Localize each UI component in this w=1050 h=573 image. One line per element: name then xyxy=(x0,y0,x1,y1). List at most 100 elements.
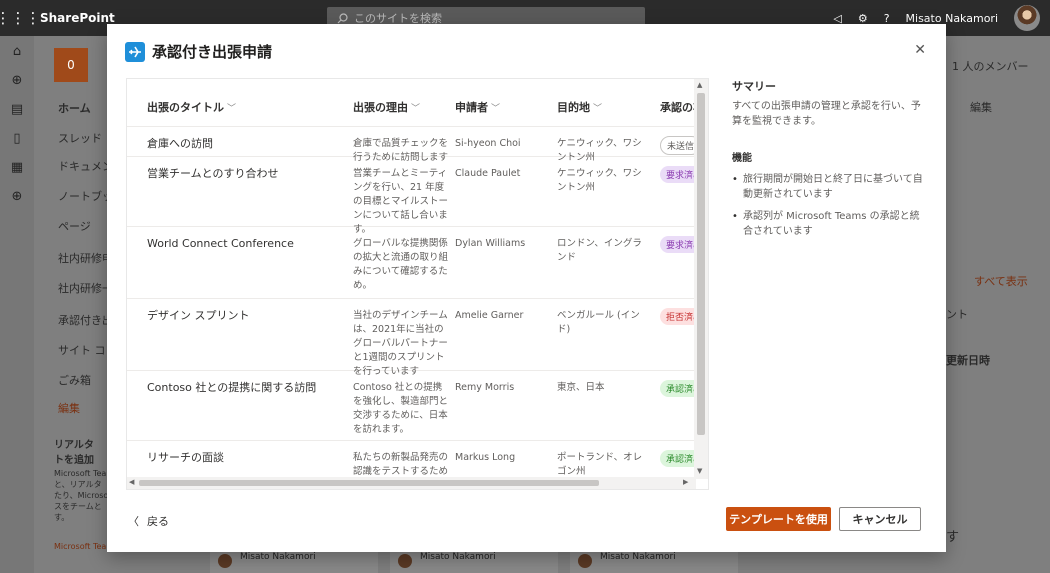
column-header-approval-status[interactable]: 承認の状 xyxy=(660,99,695,115)
app-name[interactable]: SharePoint xyxy=(40,11,115,25)
cell-title: World Connect Conference xyxy=(147,237,294,250)
vertical-scrollbar[interactable]: ▲ ▼ xyxy=(694,79,708,479)
site-navigation: 0 ホーム スレッド ドキュメン ノートブッ ページ 社内研修申 社内研修一 承… xyxy=(34,36,117,573)
table-row[interactable]: World Connect Conference グローバルな提携関係の拡大と流通… xyxy=(127,227,695,299)
teams-promo-title: リアルタ トを追加 xyxy=(54,440,94,466)
filter-label[interactable]: ント xyxy=(946,306,968,322)
column-header-destination[interactable]: 目的地 ﹀ xyxy=(557,99,602,115)
members-count[interactable]: 1 人のメンバー xyxy=(952,58,1029,74)
partial-text: す xyxy=(946,530,960,545)
avatar[interactable] xyxy=(1014,5,1040,31)
cell-requester: Dylan Williams xyxy=(455,238,526,249)
modified-column[interactable]: 更新日時 xyxy=(946,352,990,368)
features-heading: 機能 xyxy=(732,153,752,164)
table-row[interactable]: Contoso 社との提携に関する訪問 Contoso 社との提携を強化し、製造部… xyxy=(127,371,695,441)
template-preview-dialog: 承認付き出張申請 ✕ 出張のタイトル ﹀ 出張の理由 ﹀ 申請者 ﹀ 目的地 ﹀ 承認の… xyxy=(107,24,946,552)
cell-reason: 当社のデザインチームは、2021年に当社のグローバルパートナーと1週間のスプリン… xyxy=(353,310,448,377)
close-icon[interactable]: ✕ xyxy=(914,42,926,58)
cell-title: 倉庫への訪問 xyxy=(147,137,213,150)
summary-panel: サマリー すべての出張申請の管理と承認を行い、予算を監視できます。 機能 旅行期… xyxy=(732,78,927,246)
table-row[interactable]: リサーチの面談 私たちの新製品発売の認識をテストするため Markus Long ポー… xyxy=(127,441,695,479)
nav-item-recycle-bin[interactable]: ごみ箱 xyxy=(58,372,91,388)
scrollbar-thumb[interactable] xyxy=(139,480,599,486)
dialog-title: 承認付き出張申請 xyxy=(152,43,273,61)
avatar xyxy=(218,554,232,568)
column-header-reason[interactable]: 出張の理由 ﹀ xyxy=(353,99,420,115)
nav-item-threads[interactable]: スレッド xyxy=(58,130,102,146)
cell-requester: Claude Paulet xyxy=(455,168,521,179)
activity-card[interactable]: Misato Nakamori xyxy=(390,552,558,573)
scroll-up-icon[interactable]: ▲ xyxy=(697,81,702,89)
site-logo[interactable]: 0 xyxy=(54,48,88,82)
summary-heading: サマリー xyxy=(732,80,776,93)
status-badge: 拒否済み xyxy=(660,308,695,325)
scroll-left-icon[interactable]: ◀ xyxy=(129,478,134,486)
horizontal-scrollbar[interactable]: ◀ ▶ xyxy=(127,477,696,489)
cell-requester: Markus Long xyxy=(455,452,516,463)
scroll-down-icon[interactable]: ▼ xyxy=(697,467,702,475)
activity-card[interactable]: Misato Nakamori xyxy=(570,552,738,573)
nav-item-home[interactable]: ホーム xyxy=(58,100,91,116)
news-icon[interactable]: ▤ xyxy=(11,102,23,117)
status-badge: 要求済み xyxy=(660,166,695,183)
table-row[interactable]: 倉庫への訪問 倉庫で品質チェックを行うために訪問します Si-hyeon Choi ケ… xyxy=(127,127,695,163)
cell-destination: ベンガルール (インド) xyxy=(557,310,640,335)
nav-item-travel-approval[interactable]: 承認付き出 xyxy=(58,312,113,328)
status-badge: 未送信 xyxy=(660,136,695,155)
cell-reason: 私たちの新製品発売の認識をテストするため xyxy=(353,452,449,477)
nav-item-documents[interactable]: ドキュメン xyxy=(58,158,113,174)
teams-promo-body: Microsoft Team と、リアルタ たり、Microso スをチームと … xyxy=(54,469,115,522)
feature-item: 旅行期間が開始日と終了日に基づいて自動更新されています xyxy=(732,172,927,202)
column-header-title[interactable]: 出張のタイトル ﹀ xyxy=(147,99,236,115)
scrollbar-thumb[interactable] xyxy=(697,93,705,435)
cell-destination: 東京、日本 xyxy=(557,382,605,393)
cell-title: 営業チームとのすり合わせ xyxy=(147,167,279,180)
file-icon[interactable]: ▯ xyxy=(13,131,20,146)
column-header-requester[interactable]: 申請者 ﹀ xyxy=(455,99,500,115)
cell-requester: Remy Morris xyxy=(455,382,515,393)
list-preview: 出張のタイトル﹀ 出張の理由﹀ 申請者﹀ 目的地﹀ 承認の状 倉庫への訪問倉庫で… xyxy=(126,78,709,490)
features-list: 旅行期間が開始日と終了日に基づいて自動更新されています 承認列が Microso… xyxy=(732,172,927,239)
app-launcher-icon[interactable]: ⋮⋮⋮ xyxy=(0,0,41,36)
back-button[interactable]: 〈 戻る xyxy=(128,513,169,529)
nav-edit-link[interactable]: 編集 xyxy=(58,400,80,416)
list-table: 出張のタイトル﹀ 出張の理由﹀ 申請者﹀ 目的地﹀ 承認の状 倉庫への訪問倉庫で… xyxy=(127,79,695,479)
cell-destination: ロンドン、イングランド xyxy=(557,238,642,263)
home-icon[interactable]: ⌂ xyxy=(13,44,21,59)
left-app-rail: ⌂ ⊕ ▤ ▯ ▦ ⊕ xyxy=(0,36,34,573)
activity-card[interactable]: Misato Nakamori xyxy=(210,552,378,573)
user-name[interactable]: Misato Nakamori xyxy=(906,12,998,25)
right-web-parts: 1 人のメンバー 編集 すべて表示 ント 更新日時 す xyxy=(944,36,1050,573)
help-icon[interactable]: ? xyxy=(884,12,890,25)
edit-page-button[interactable]: 編集 xyxy=(970,99,992,115)
avatar xyxy=(398,554,412,568)
scroll-right-icon[interactable]: ▶ xyxy=(683,478,688,486)
nav-item-training-list[interactable]: 社内研修一 xyxy=(58,280,113,296)
cell-destination: ポートランド、オレゴン州 xyxy=(557,452,643,477)
use-template-button[interactable]: テンプレートを使用 xyxy=(726,507,831,531)
table-row[interactable]: 営業チームとのすり合わせ 営業チームとミーティングを行い、21 年度の目標とマイル… xyxy=(127,157,695,235)
cell-requester: Amelie Garner xyxy=(455,310,524,321)
show-all-link[interactable]: すべて表示 xyxy=(974,273,1028,289)
megaphone-icon[interactable]: ◁ xyxy=(833,12,841,25)
globe-icon[interactable]: ⊕ xyxy=(12,73,23,88)
table-row[interactable]: デザイン スプリント 当社のデザインチームは、2021年に当社のグローバルパートナ… xyxy=(127,299,695,377)
avatar xyxy=(578,554,592,568)
nav-item-notebook[interactable]: ノートブッ xyxy=(58,188,113,204)
create-icon[interactable]: ⊕ xyxy=(12,189,23,204)
nav-item-pages[interactable]: ページ xyxy=(58,218,91,234)
teams-promo-link[interactable]: Microsoft Team xyxy=(54,542,114,551)
activity-cards: Misato Nakamori Misato Nakamori Misato N… xyxy=(200,552,738,573)
cell-reason: グローバルな提携関係の拡大と流通の取り組みについて確認するため。 xyxy=(353,238,449,291)
nav-item-training-request[interactable]: 社内研修申 xyxy=(58,250,113,266)
gear-icon[interactable]: ⚙ xyxy=(858,12,868,25)
cell-title: Contoso 社との提携に関する訪問 xyxy=(147,381,317,394)
status-badge: 要求済み xyxy=(660,236,695,253)
status-badge: 承認済み xyxy=(660,450,695,467)
cancel-button[interactable]: キャンセル xyxy=(839,507,921,531)
list-icon[interactable]: ▦ xyxy=(11,160,23,175)
cell-reason: Contoso 社との提携を強化し、製造部門と交渉するために、日本を訪れます。 xyxy=(353,382,449,435)
chevron-left-icon: 〈 xyxy=(128,515,139,528)
feature-item: 承認列が Microsoft Teams の承認と統合されています xyxy=(732,209,927,239)
cell-title: デザイン スプリント xyxy=(147,309,250,322)
